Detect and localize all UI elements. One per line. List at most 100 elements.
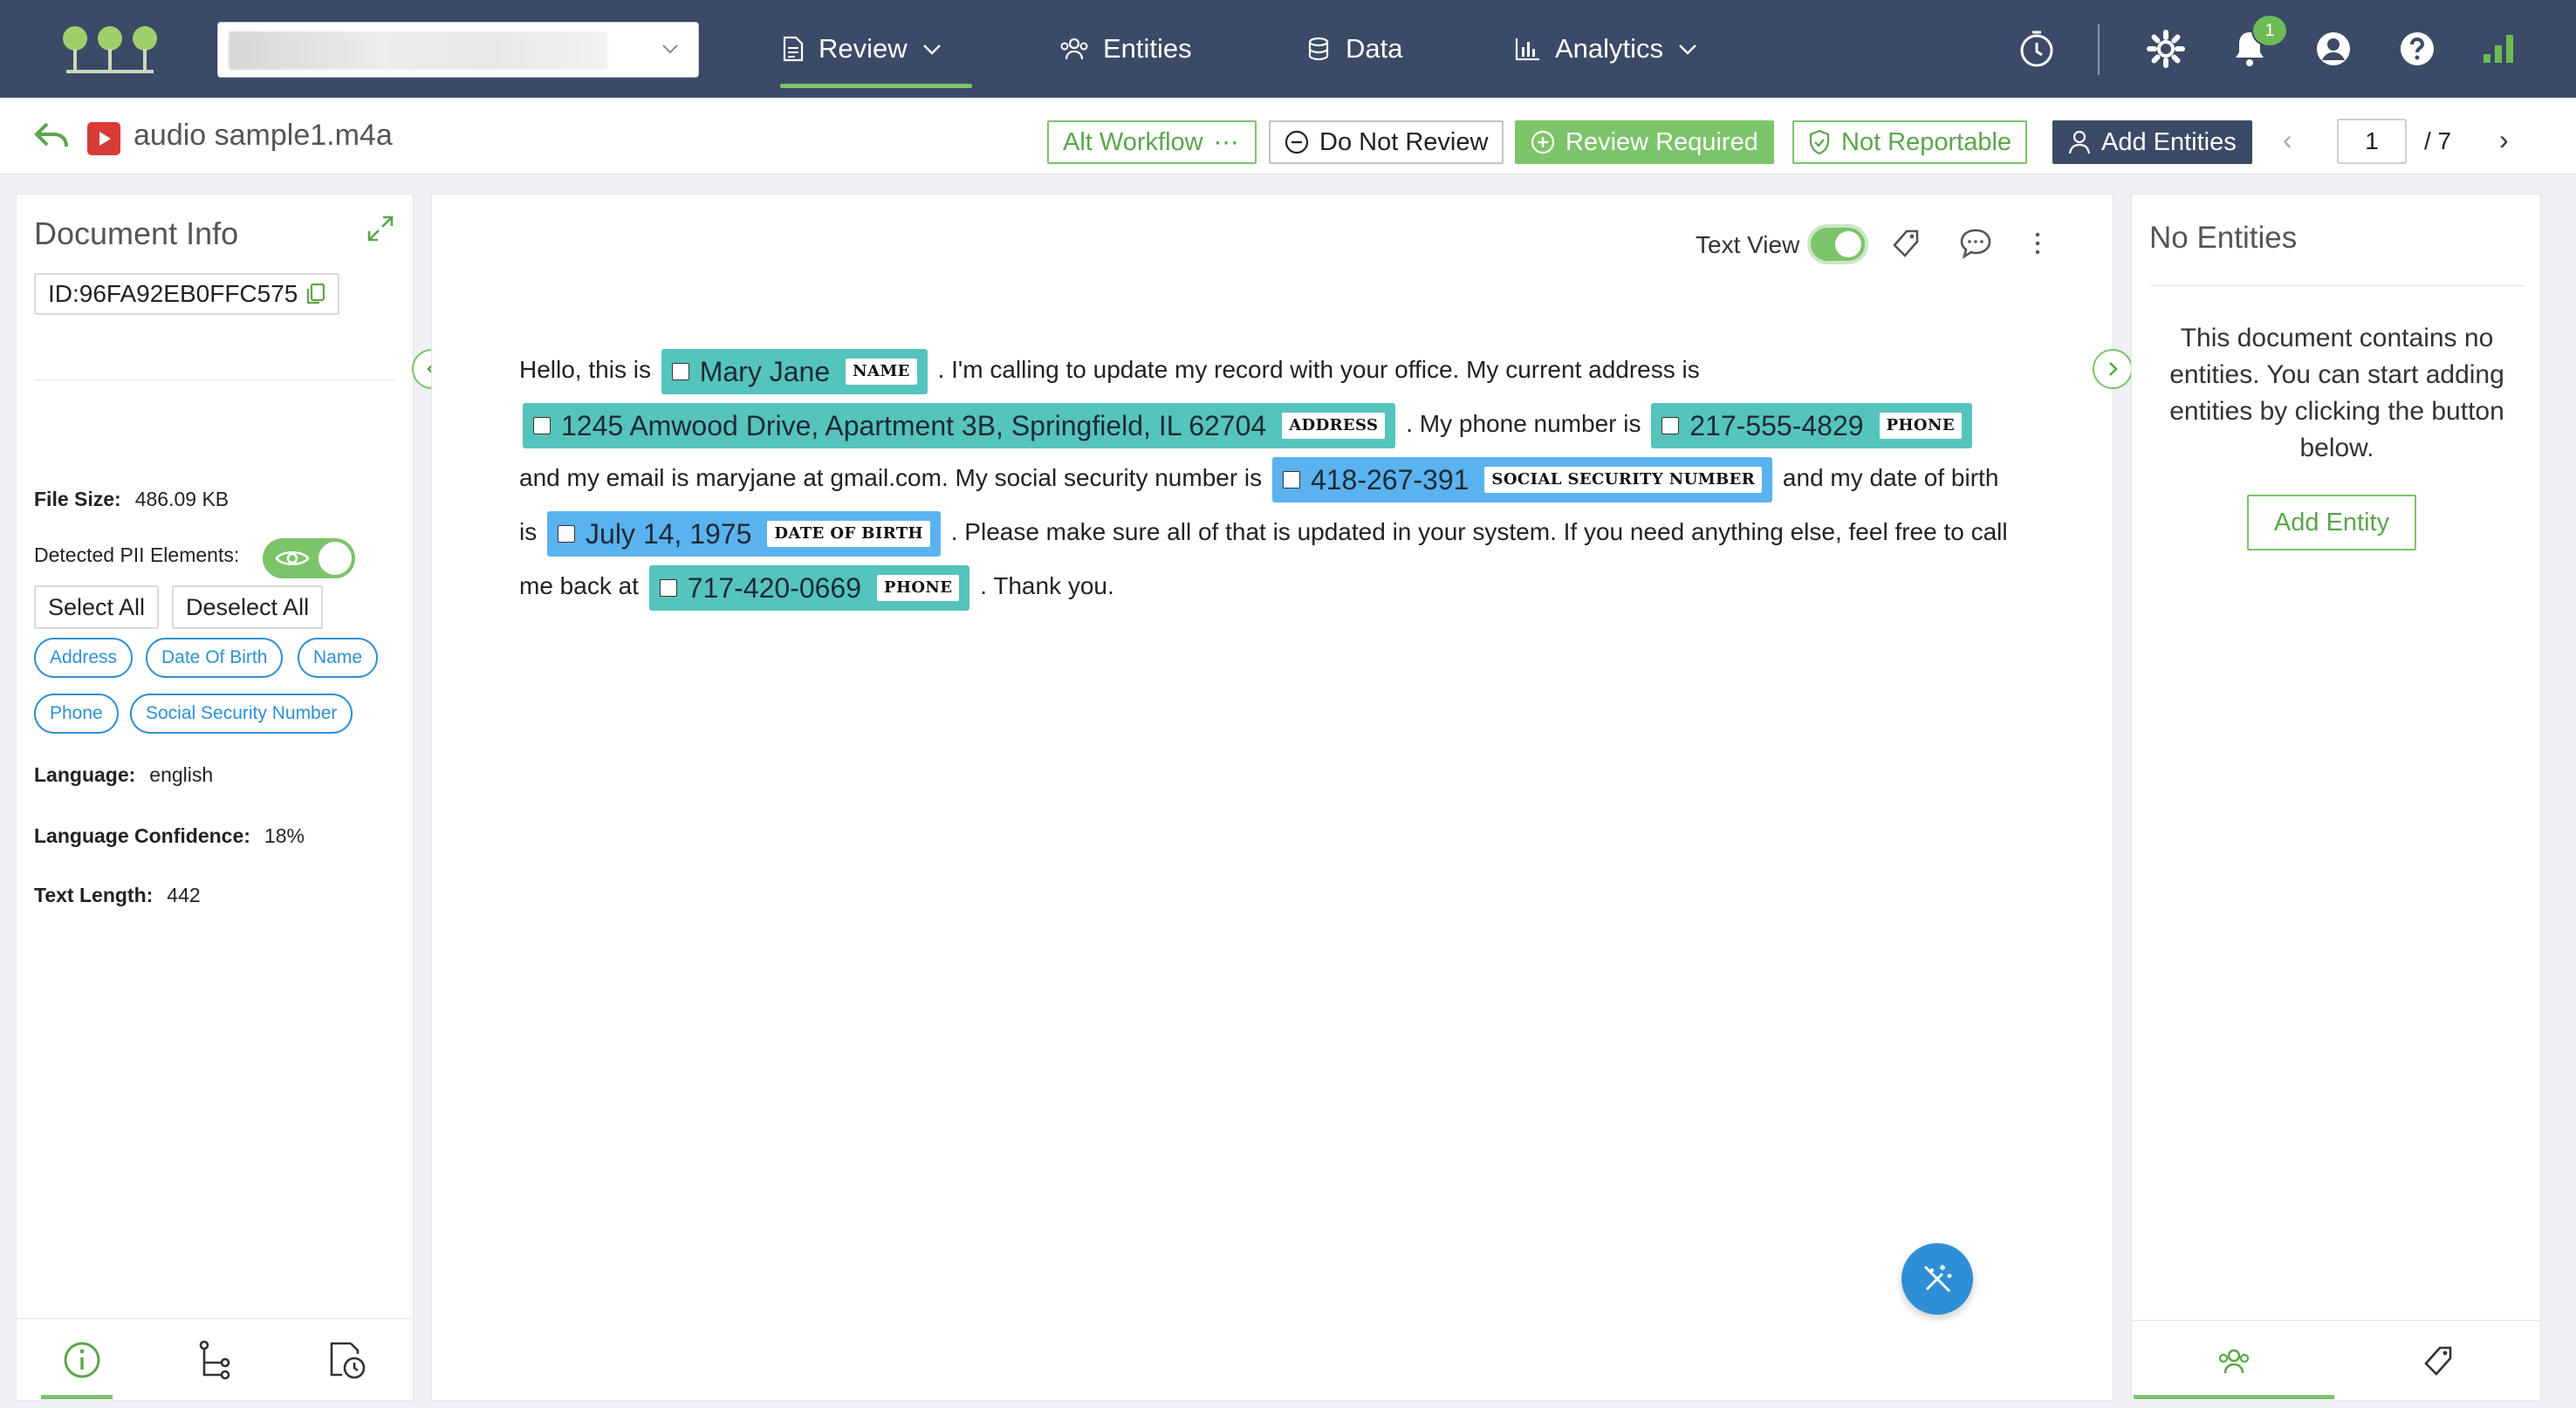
- pii-visibility-toggle[interactable]: [263, 538, 355, 578]
- entities-panel-title: No Entities: [2149, 221, 2298, 255]
- bar-chart-icon: [1515, 38, 1539, 61]
- file-size-label: File Size:: [34, 488, 121, 510]
- text-view-toggle[interactable]: [1807, 224, 1868, 264]
- language-row: Language: english: [34, 763, 213, 787]
- magic-wand-icon: [1923, 1265, 1952, 1293]
- document-toolbar: audio sample1.m4a Alt Workflow ⋯ Do Not …: [0, 98, 2576, 174]
- entity-checkbox[interactable]: [671, 362, 689, 380]
- nav-active-indicator: [780, 84, 972, 88]
- more-vertical-icon[interactable]: [2032, 228, 2043, 259]
- user-account-icon[interactable]: [2311, 26, 2356, 72]
- chevron-down-icon: [922, 44, 941, 55]
- entity-type-tag: ADDRESS: [1282, 412, 1386, 439]
- pii-chip-date-of-birth[interactable]: Date Of Birth: [146, 638, 284, 678]
- previous-page-button[interactable]: ‹: [2283, 124, 2292, 156]
- chevron-down-icon: [1679, 44, 1696, 55]
- pii-chip-social-security-number[interactable]: Social Security Number: [130, 694, 353, 734]
- divider: [2149, 285, 2525, 286]
- app-logo[interactable]: [59, 21, 164, 77]
- do-not-review-label: Do Not Review: [1319, 127, 1489, 156]
- transcript-segment: Hello, this is: [519, 356, 651, 383]
- timer-icon[interactable]: [2014, 26, 2059, 72]
- entity-checkbox[interactable]: [1282, 470, 1300, 489]
- alt-workflow-label: Alt Workflow: [1063, 127, 1203, 156]
- language-confidence-value: 18%: [264, 824, 305, 847]
- text-view-label: Text View: [1696, 231, 1800, 258]
- entity-checkbox[interactable]: [558, 524, 576, 543]
- pii-chip-address[interactable]: Address: [34, 638, 134, 678]
- entity-highlight-phone[interactable]: 217-555-4829 PHONE: [1651, 402, 1972, 448]
- transcript-segment: and my email is maryjane at gmail.com. M…: [519, 464, 1263, 491]
- entity-type-tag: PHONE: [1879, 412, 1962, 439]
- nav-data-label: Data: [1346, 33, 1403, 64]
- select-all-button[interactable]: Select All: [34, 585, 160, 629]
- comment-icon[interactable]: [1959, 228, 1992, 259]
- tab-tags[interactable]: [2336, 1321, 2540, 1401]
- tag-icon: [2424, 1346, 2452, 1376]
- do-not-review-button[interactable]: Do Not Review: [1269, 120, 1504, 164]
- transcript-panel: Text View Hello, this is Mary Jane NAME .…: [431, 194, 2114, 1401]
- nav-entities[interactable]: Entities: [1059, 26, 1192, 72]
- user-icon: [2068, 130, 2091, 154]
- settings-gear-icon[interactable]: [2143, 26, 2189, 72]
- file-size-row: File Size: 486.09 KB: [34, 488, 229, 511]
- document-info-panel: Document Info ID:96FA92EB0FFC575 File Si…: [16, 194, 414, 1401]
- copy-icon[interactable]: [306, 283, 325, 305]
- transcript-segment: . My phone number is: [1406, 410, 1641, 437]
- nav-review-label: Review: [819, 33, 908, 64]
- tab-info[interactable]: [17, 1319, 147, 1401]
- entity-highlight-ssn[interactable]: 418-267-391 SOCIAL SECURITY NUMBER: [1271, 456, 1773, 502]
- pii-elements-label: Detected PII Elements:: [34, 543, 240, 566]
- entity-type-tag: DATE OF BIRTH: [767, 520, 930, 547]
- page-total: / 7: [2424, 127, 2452, 154]
- video-file-icon: [87, 122, 120, 155]
- info-icon: [64, 1342, 100, 1378]
- nav-review[interactable]: Review: [782, 26, 942, 72]
- page-number-input[interactable]: 1: [2337, 119, 2407, 164]
- entity-checkbox[interactable]: [1661, 416, 1680, 434]
- entity-checkbox[interactable]: [659, 578, 677, 597]
- minus-circle-icon: [1285, 130, 1309, 154]
- redacted-account-name: [229, 31, 607, 70]
- tab-entities[interactable]: [2132, 1321, 2336, 1401]
- workflow-tree-icon: [199, 1340, 230, 1380]
- text-length-label: Text Length:: [34, 884, 154, 906]
- entity-highlight-phone[interactable]: 717-420-0669 PHONE: [648, 564, 970, 611]
- entity-highlight-address[interactable]: 1245 Amwood Drive, Apartment 3B, Springf…: [523, 402, 1396, 448]
- expand-icon[interactable]: [366, 214, 395, 243]
- active-tab-indicator: [2134, 1395, 2334, 1399]
- entity-highlight-name[interactable]: Mary Jane NAME: [661, 348, 928, 394]
- pii-chip-phone[interactable]: Phone: [34, 694, 119, 734]
- file-name: audio sample1.m4a: [134, 119, 393, 152]
- account-select[interactable]: [217, 22, 699, 78]
- back-arrow-icon[interactable]: [33, 120, 70, 152]
- pii-chip-name[interactable]: Name: [298, 638, 379, 678]
- next-page-button[interactable]: ›: [2499, 124, 2509, 156]
- chevron-down-icon: [662, 44, 678, 54]
- entities-panel-tabs: [2132, 1320, 2540, 1400]
- add-entity-button[interactable]: Add Entity: [2247, 495, 2416, 550]
- add-entities-label: Add Entities: [2101, 127, 2237, 156]
- document-info-title: Document Info: [34, 215, 239, 251]
- tab-workflow[interactable]: [149, 1319, 280, 1401]
- entity-checkbox[interactable]: [533, 416, 551, 434]
- not-reportable-button[interactable]: Not Reportable: [1792, 120, 2028, 164]
- collapse-right-panel-button[interactable]: [2093, 349, 2133, 389]
- deselect-all-button[interactable]: Deselect All: [172, 585, 324, 629]
- auto-redact-fab[interactable]: [1901, 1243, 1973, 1315]
- nav-analytics[interactable]: Analytics: [1515, 26, 1698, 72]
- entity-highlight-date-of-birth[interactable]: July 14, 1975 DATE OF BIRTH: [547, 510, 941, 557]
- tag-icon[interactable]: [1891, 228, 1921, 259]
- toggle-knob: [319, 542, 352, 575]
- alt-workflow-button[interactable]: Alt Workflow ⋯: [1047, 120, 1257, 164]
- nav-data[interactable]: Data: [1305, 26, 1402, 72]
- review-required-button[interactable]: Review Required: [1515, 120, 1774, 164]
- help-icon[interactable]: [2394, 26, 2440, 72]
- entity-type-tag: NAME: [846, 358, 917, 385]
- database-icon: [1308, 37, 1329, 61]
- tab-history[interactable]: [282, 1319, 413, 1401]
- shield-check-icon: [1809, 129, 1830, 155]
- add-entities-button[interactable]: Add Entities: [2052, 120, 2252, 164]
- document-info-tabs: [17, 1318, 413, 1400]
- eye-icon: [275, 550, 310, 566]
